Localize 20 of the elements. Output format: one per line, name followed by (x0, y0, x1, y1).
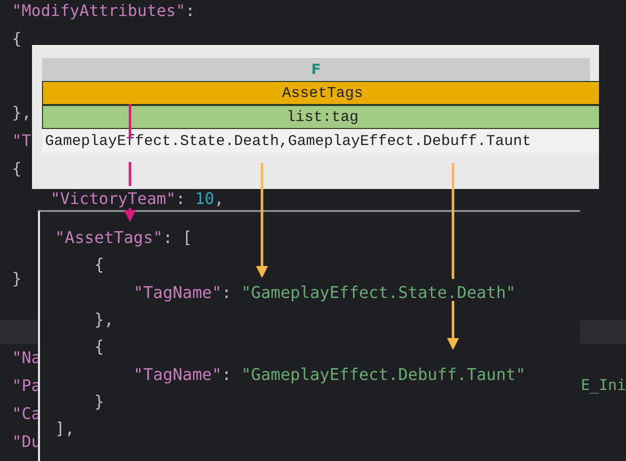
code-line: }, (12, 102, 32, 122)
code-line: "TagName": "GameplayEffect.Debuff.Taunt" (132, 364, 526, 384)
code-line: "T (12, 130, 32, 150)
code-line: ], (55, 419, 75, 438)
code-line: { (93, 337, 104, 356)
table-cell: list:tag (42, 105, 599, 129)
code-line: "AssetTags": [ (55, 228, 192, 248)
code-line: }, (93, 310, 114, 330)
table-cell: AssetTags (42, 81, 599, 105)
code-line: } (12, 268, 22, 288)
code-line: { (12, 158, 22, 178)
table-cell: GameplayEffect.State.Death,GameplayEffect.Debuff.Taunt (42, 129, 599, 153)
code-line: "ModifyAttributes": (12, 0, 196, 20)
code-line: E_Ini (580, 376, 626, 394)
code-line: "TagName": "GameplayEffect.State.Death" (132, 282, 516, 302)
code-line: } (93, 392, 104, 411)
code-line: "VictoryTeam": 10, (50, 188, 224, 208)
column-header: F (42, 58, 590, 81)
code-line: { (93, 255, 104, 274)
code-line: { (12, 28, 22, 48)
